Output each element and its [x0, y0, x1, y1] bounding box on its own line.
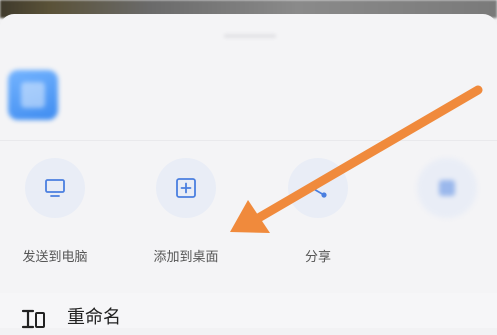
file-icon	[8, 70, 58, 120]
add-square-icon	[156, 158, 216, 218]
add-to-desktop-label: 添加到桌面	[153, 250, 219, 265]
send-to-pc-label: 发送到电脑	[22, 250, 88, 265]
app-icon	[417, 158, 477, 218]
share-button[interactable]: 分享	[263, 154, 373, 265]
file-header	[0, 44, 497, 139]
rename-icon	[20, 307, 46, 335]
bottom-sheet: 发送到电脑 添加到桌面 分享	[0, 14, 497, 328]
rename-label: 重命名	[67, 307, 121, 328]
share-icon	[288, 158, 348, 218]
rename-menu-item[interactable]: 重命名	[0, 293, 497, 329]
action-row: 发送到电脑 添加到桌面 分享	[0, 154, 497, 274]
more-action-button[interactable]	[392, 154, 497, 264]
add-to-desktop-button[interactable]: 添加到桌面	[131, 154, 241, 265]
drag-handle[interactable]	[224, 34, 276, 38]
monitor-icon	[25, 158, 85, 218]
share-label: 分享	[304, 250, 331, 265]
divider	[0, 140, 497, 141]
send-to-pc-button[interactable]: 发送到电脑	[0, 154, 110, 265]
